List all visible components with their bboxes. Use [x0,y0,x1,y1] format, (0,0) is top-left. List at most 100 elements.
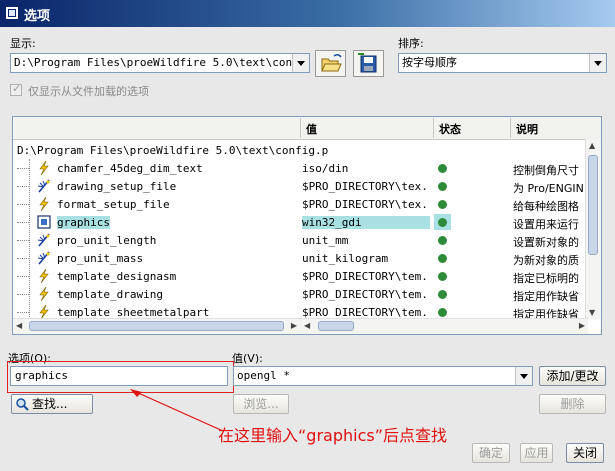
option-description: 给每种绘图格 [513,200,579,213]
value-label: 值(V): [232,352,263,365]
option-name: pro_unit_length [57,234,157,247]
status-dot-icon [438,290,447,299]
option-description: 指定已标明的 [513,272,579,285]
lightning-icon [37,304,51,320]
annotation-text: 在这里输入“graphics”后点查找 [218,426,447,445]
table-row[interactable]: template_drawing $PRO_DIRECTORY\tem... 指定用… [13,285,588,303]
browse-button[interactable]: 浏览... [233,394,289,414]
sort-value: 按字母顺序 [402,56,457,69]
option-value: $PRO_DIRECTORY\tex... [302,180,430,193]
chevron-down-icon[interactable] [589,54,606,72]
table-row[interactable]: pro_unit_mass unit_kilogram 为新对象的质 [13,249,588,267]
option-value: $PRO_DIRECTORY\tex... [302,198,430,211]
header-description[interactable]: 说明 [516,121,538,137]
table-header: 值 状态 说明 [13,117,601,140]
title-bar: 选项 [0,0,615,27]
tree-root-row[interactable]: D:\Program Files\proeWildfire 5.0\text\c… [13,141,588,159]
star-icon [37,233,51,247]
display-combo[interactable]: D:\Program Files\proeWildfire 5.0\text\c… [10,53,310,73]
value-combo[interactable]: opengl * [233,366,533,386]
table-row[interactable]: pro_unit_length unit_mm 设置新对象的 [13,231,588,249]
option-value: $PRO_DIRECTORY\tem... [302,288,430,301]
open-folder-button[interactable] [315,50,346,77]
lightning-icon [37,268,51,284]
option-name: format_setup_file [57,198,170,211]
scroll-left-icon[interactable]: ◀ [304,321,310,330]
root-path: D:\Program Files\proeWildfire 5.0\text\c… [17,144,329,157]
option-name: template_designasm [57,270,177,283]
option-input[interactable]: graphics [10,366,228,386]
show-loaded-only-checkbox[interactable] [10,82,22,96]
status-dot-icon [438,308,447,317]
option-value: unit_mm [302,234,349,247]
status-dot-icon [438,182,447,191]
sort-label: 排序: [398,37,424,50]
scroll-right-icon[interactable]: ▶ [291,321,297,330]
window-title: 选项 [24,9,51,24]
vertical-scroll-thumb[interactable] [588,155,598,255]
table-row[interactable]: drawing_setup_file $PRO_DIRECTORY\tex... 为… [13,177,588,195]
find-button[interactable]: 查找... [11,394,93,414]
option-description: 设置用来运行 [513,218,579,231]
apply-button[interactable]: 应用 [520,443,553,463]
table-row[interactable]: format_setup_file $PRO_DIRECTORY\tex... 给每… [13,195,588,213]
save-disk-icon [358,53,377,73]
value-value: opengl * [237,369,290,382]
display-label: 显示: [10,37,36,50]
add-change-button[interactable]: 添加/更改 [539,366,606,386]
option-description: 控制倒角尺寸 [513,164,579,177]
header-value[interactable]: 值 [306,121,317,137]
horizontal-scroll-thumb[interactable] [318,321,354,331]
chevron-down-icon[interactable] [515,367,532,385]
option-description: 为 Pro/ENGIN [513,182,584,195]
save-file-button[interactable] [353,50,384,77]
chevron-down-icon[interactable] [292,54,309,72]
close-button[interactable]: 关闭 [566,443,604,463]
option-value: iso/din [302,162,349,175]
option-value: unit_kilogram [302,252,389,265]
status-dot-icon [438,272,447,281]
table-row[interactable]: chamfer_45deg_dim_text iso/din 控制倒角尺寸 [13,159,588,177]
magnifier-icon [16,398,29,411]
status-dot-icon [438,200,447,209]
ok-button[interactable]: 确定 [472,443,510,463]
window-icon [5,6,19,20]
show-loaded-only-label: 仅显示从文件加载的选项 [28,85,149,98]
option-value: win32_gdi [302,216,430,229]
option-value: $PRO_DIRECTORY\tem... [302,270,430,283]
status-dot-icon [438,218,447,227]
open-folder-icon [321,53,342,72]
status-dot-icon [438,164,447,173]
delete-button[interactable]: 删除 [539,394,606,414]
scroll-up-icon[interactable]: ▲ [589,141,595,150]
lightning-icon [37,160,51,176]
horizontal-scroll-thumb[interactable] [29,321,284,331]
lightning-icon [37,286,51,302]
option-description: 设置新对象的 [513,236,579,249]
option-name: graphics [57,216,110,229]
scroll-left-icon[interactable]: ◀ [16,321,22,330]
option-name: pro_unit_mass [57,252,144,265]
option-description: 为新对象的质 [513,254,579,267]
option-name: drawing_setup_file [57,180,177,193]
annotation-arrow-icon [130,389,224,432]
screen-icon [37,215,51,229]
display-value: D:\Program Files\proeWildfire 5.0\text\c… [14,56,310,69]
horizontal-scrollbar-right[interactable]: ◀ ▶ [300,318,588,334]
sort-combo[interactable]: 按字母顺序 [398,53,607,73]
table-row[interactable]: template_designasm $PRO_DIRECTORY\tem... 指… [13,267,588,285]
scroll-right-icon[interactable]: ▶ [579,321,585,330]
star-icon [37,251,51,265]
find-button-label: 查找... [32,397,68,411]
option-description: 指定用作缺省 [513,290,579,303]
lightning-icon [37,196,51,212]
option-name: chamfer_45deg_dim_text [57,162,203,175]
header-status[interactable]: 状态 [439,121,461,137]
star-icon [37,179,51,193]
option-name: template_drawing [57,288,163,301]
horizontal-scrollbar-left[interactable]: ◀ ▶ [13,318,300,334]
scroll-down-icon[interactable]: ▼ [589,308,595,317]
table-row[interactable]: graphics win32_gdi 设置用来运行 [13,213,588,231]
vertical-scrollbar[interactable]: ▲ ▼ [585,139,601,319]
status-dot-icon [438,254,447,263]
